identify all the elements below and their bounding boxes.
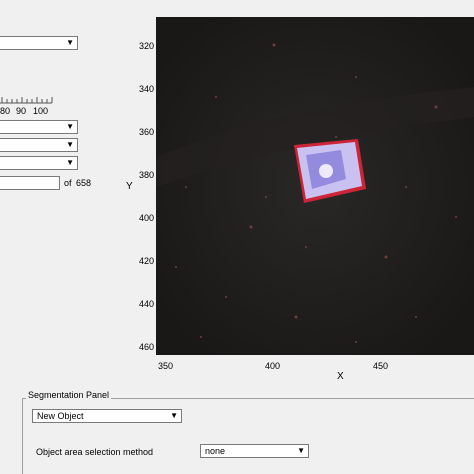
- y-tick-label: 320: [138, 41, 154, 51]
- slider-tick-label: 80: [0, 106, 11, 116]
- chevron-down-icon: ▼: [66, 140, 74, 149]
- y-tick-label: 340: [138, 84, 154, 94]
- area-method-value: none: [205, 446, 226, 456]
- y-axis-label: Y: [126, 181, 133, 192]
- y-tick-label: 380: [138, 170, 154, 180]
- segmentation-panel-title: Segmentation Panel: [26, 390, 112, 400]
- option-dropdown-1[interactable]: ▼: [0, 120, 78, 134]
- slider-tick-label: 100: [33, 106, 49, 116]
- chevron-down-icon: ▼: [66, 38, 74, 47]
- x-tick-label: 350: [158, 361, 174, 371]
- y-tick-label: 440: [138, 299, 154, 309]
- option-dropdown-2[interactable]: ▼: [0, 138, 78, 152]
- area-method-label: Object area selection method: [36, 447, 154, 457]
- x-axis-label: X: [337, 371, 344, 382]
- y-tick-label: 460: [138, 342, 154, 352]
- y-tick-label: 360: [138, 127, 154, 137]
- x-tick-label: 400: [265, 361, 281, 371]
- slider-tick-label: 90: [16, 106, 27, 116]
- chevron-down-icon: ▼: [170, 411, 178, 420]
- image-view[interactable]: [156, 17, 474, 355]
- chevron-down-icon: ▼: [297, 446, 305, 455]
- x-tick-label: 450: [373, 361, 389, 371]
- object-select-value: New Object: [37, 411, 84, 421]
- top-dropdown[interactable]: ▼: [0, 36, 78, 50]
- area-method-dropdown[interactable]: none ▼: [200, 444, 309, 458]
- image-canvas: [156, 17, 474, 355]
- object-select-dropdown[interactable]: New Object ▼: [32, 409, 182, 423]
- frame-number-input[interactable]: [0, 176, 60, 190]
- chevron-down-icon: ▼: [66, 158, 74, 167]
- slider-track[interactable]: [0, 95, 56, 105]
- frame-total: 658: [76, 178, 92, 188]
- y-tick-label: 400: [138, 213, 154, 223]
- chevron-down-icon: ▼: [66, 122, 74, 131]
- option-dropdown-3[interactable]: ▼: [0, 156, 78, 170]
- y-tick-label: 420: [138, 256, 154, 266]
- of-label: of: [64, 178, 72, 188]
